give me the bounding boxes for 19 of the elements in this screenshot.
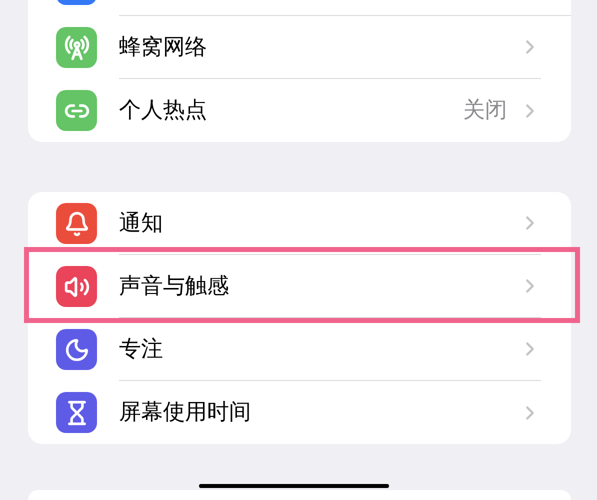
row-label: 声音与触感 [119, 272, 230, 300]
row-label: 屏幕使用时间 [119, 399, 252, 427]
bell-icon [56, 203, 97, 244]
settings-row[interactable]: 个人热点 关闭 [28, 79, 571, 142]
settings-row[interactable]: 屏幕使用时间 [28, 381, 571, 444]
link-icon [56, 90, 97, 131]
row-label: 蜂窝网络 [119, 34, 208, 62]
antenna-icon [56, 27, 97, 68]
settings-row[interactable]: 通知 [28, 192, 571, 255]
settings-row[interactable]: 蜂窝网络 [28, 16, 571, 79]
moon-icon [56, 329, 97, 370]
row-value: 关闭 [463, 97, 507, 125]
settings-row[interactable]: 专注 [28, 318, 571, 381]
row-label: 个人热点 [119, 97, 208, 125]
row-label: 通知 [119, 210, 164, 238]
hourglass-icon [56, 392, 97, 433]
settings-row[interactable]: 声音与触感 [28, 255, 571, 318]
speaker-icon [56, 266, 97, 307]
row-label: 专注 [119, 336, 164, 364]
